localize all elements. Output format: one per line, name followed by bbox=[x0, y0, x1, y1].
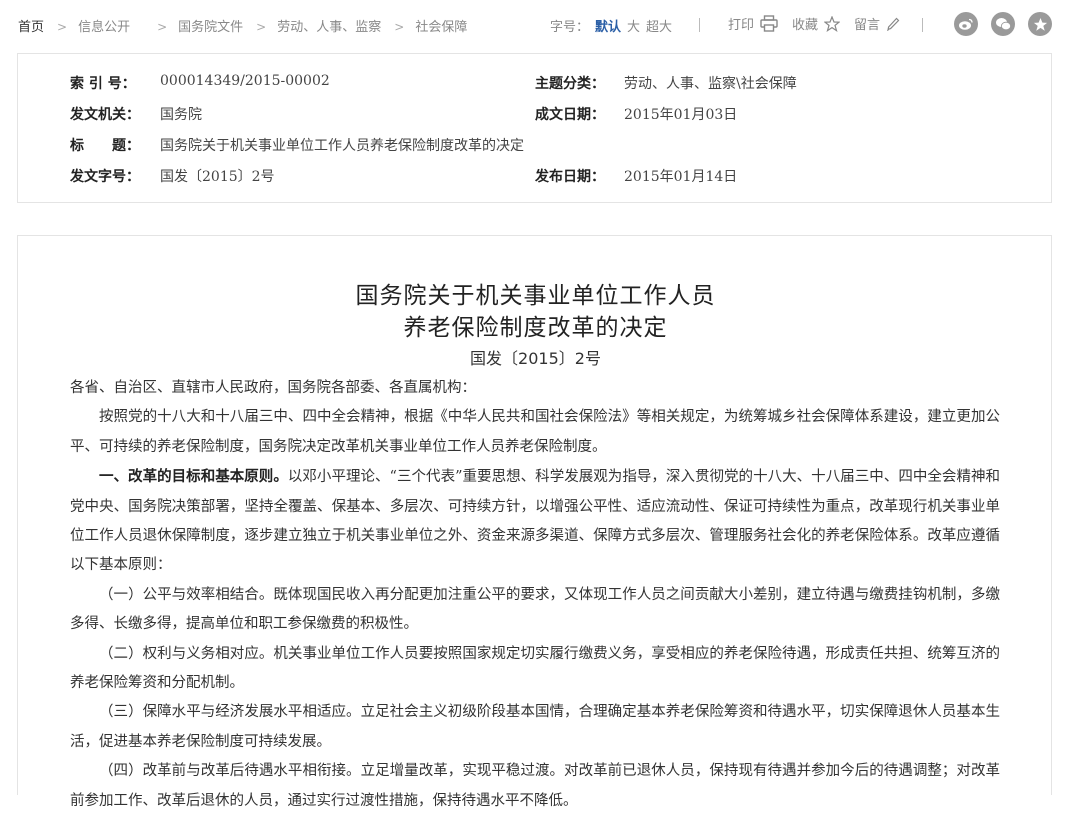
pubdate-value: 2015年01月14日 bbox=[624, 169, 738, 185]
breadcrumb-item-info-public[interactable]: 信息公开 bbox=[78, 16, 130, 35]
issuer-value: 国务院 bbox=[160, 107, 202, 123]
article-doc-number: 国发〔2015〕2号 bbox=[470, 349, 601, 368]
chevron-right-icon: > bbox=[394, 20, 405, 34]
title-label: 标 题： bbox=[70, 138, 140, 154]
font-size-default[interactable]: 默认 bbox=[595, 20, 621, 35]
print-label: 打印 bbox=[728, 18, 755, 33]
paragraph: 一、改革的目标和基本原则。以邓小平理论、“三个代表”重要思想、科学发展观为指导，… bbox=[70, 462, 1000, 581]
toolbar: 打印 收藏 留言 bbox=[728, 14, 914, 33]
font-size-selector: 字号： 默认大超大 bbox=[550, 16, 672, 35]
issuer-label: 发文机关： bbox=[70, 107, 140, 123]
info-row-docno: 发文字号： 国发〔2015〕2号 发布日期： 2015年01月14日 bbox=[18, 166, 1053, 186]
font-size-label: 字号： bbox=[550, 20, 590, 35]
topic-label: 主题分类： bbox=[535, 76, 605, 92]
pubdate-label: 发布日期： bbox=[535, 169, 605, 185]
paragraph: （二）权利与义务相对应。机关事业单位工作人员要按照国家规定切实履行缴费义务，享受… bbox=[70, 645, 1000, 692]
breadcrumb-item-social-security[interactable]: 社会保障 bbox=[415, 16, 467, 35]
article-title-line1: 国务院关于机关事业单位工作人员 bbox=[355, 283, 716, 309]
printer-icon bbox=[760, 15, 778, 32]
article-content: 国务院关于机关事业单位工作人员 养老保险制度改革的决定 国发〔2015〕2号 各… bbox=[17, 235, 1052, 809]
font-size-xlarge[interactable]: 超大 bbox=[646, 20, 672, 35]
docno-label: 发文字号： bbox=[70, 169, 140, 185]
star-share-icon[interactable] bbox=[1028, 12, 1052, 36]
topic-value: 劳动、人事、监察\社会保障 bbox=[624, 76, 797, 92]
paragraph: （四）改革前与改革后待遇水平相衔接。立足增量改革，实现平稳过渡。对改革前已退休人… bbox=[70, 763, 1000, 809]
date-label: 成文日期： bbox=[535, 107, 605, 123]
chevron-right-icon: > bbox=[57, 20, 68, 34]
comment-button[interactable]: 留言 bbox=[854, 14, 900, 33]
top-bar: 首页 > 信息公开 > 国务院文件 > 劳动、人事、监察 > 社会保障 字号： 默认大超大 打印 … bbox=[0, 0, 1080, 52]
title-value: 国务院关于机关事业单位工作人员养老保险制度改革的决定 bbox=[160, 138, 524, 154]
font-size-large[interactable]: 大 bbox=[627, 20, 640, 35]
info-row-title: 标 题： 国务院关于机关事业单位工作人员养老保险制度改革的决定 bbox=[18, 135, 1053, 155]
comment-label: 留言 bbox=[854, 18, 881, 33]
paragraph: 按照党的十八大和十八届三中、四中全会精神，根据《中华人民共和国社会保险法》等相关… bbox=[70, 409, 1000, 455]
breadcrumb-item-labor[interactable]: 劳动、人事、监察 bbox=[277, 16, 381, 35]
wechat-icon[interactable] bbox=[991, 12, 1015, 36]
index-value: 000014349/2015-00002 bbox=[160, 73, 330, 89]
chevron-right-icon: > bbox=[157, 20, 168, 34]
article-body: 各省、自治区、直辖市人民政府，国务院各部委、各直属机构： 按照党的十八大和十八届… bbox=[70, 374, 1000, 816]
section-heading: 一、改革的目标和基本原则。 bbox=[99, 468, 288, 486]
article-title-line2: 养老保险制度改革的决定 bbox=[403, 315, 668, 341]
salutation: 各省、自治区、直辖市人民政府，国务院各部委、各直属机构： bbox=[70, 380, 476, 396]
paragraph: （一）公平与效率相结合。既体现国民收入再分配更加注重公平的要求，又体现工作人员之… bbox=[70, 586, 1000, 633]
divider bbox=[922, 18, 923, 32]
pencil-icon bbox=[887, 17, 900, 31]
chevron-right-icon: > bbox=[256, 20, 267, 34]
print-button[interactable]: 打印 bbox=[728, 14, 778, 33]
divider bbox=[699, 18, 700, 32]
share-icons bbox=[954, 12, 1065, 36]
breadcrumb-item-state-council-docs[interactable]: 国务院文件 bbox=[178, 16, 243, 35]
star-icon bbox=[824, 15, 841, 32]
date-value: 2015年01月03日 bbox=[624, 107, 738, 123]
info-row-issuer: 发文机关： 国务院 成文日期： 2015年01月03日 bbox=[18, 104, 1053, 124]
favorite-button[interactable]: 收藏 bbox=[792, 14, 841, 33]
info-row-index: 索 引 号： 000014349/2015-00002 主题分类： 劳动、人事、… bbox=[18, 73, 1053, 93]
document-info-box: 索 引 号： 000014349/2015-00002 主题分类： 劳动、人事、… bbox=[17, 53, 1052, 203]
weibo-icon[interactable] bbox=[954, 12, 978, 36]
favorite-label: 收藏 bbox=[792, 18, 819, 33]
breadcrumb: 首页 > 信息公开 > 国务院文件 > 劳动、人事、监察 > 社会保障 bbox=[18, 16, 467, 35]
index-label: 索 引 号： bbox=[70, 76, 136, 92]
docno-value: 国发〔2015〕2号 bbox=[160, 169, 275, 185]
paragraph: （三）保障水平与经济发展水平相适应。立足社会主义初级阶段基本国情，合理确定基本养… bbox=[70, 704, 1000, 750]
breadcrumb-home[interactable]: 首页 bbox=[18, 16, 44, 35]
